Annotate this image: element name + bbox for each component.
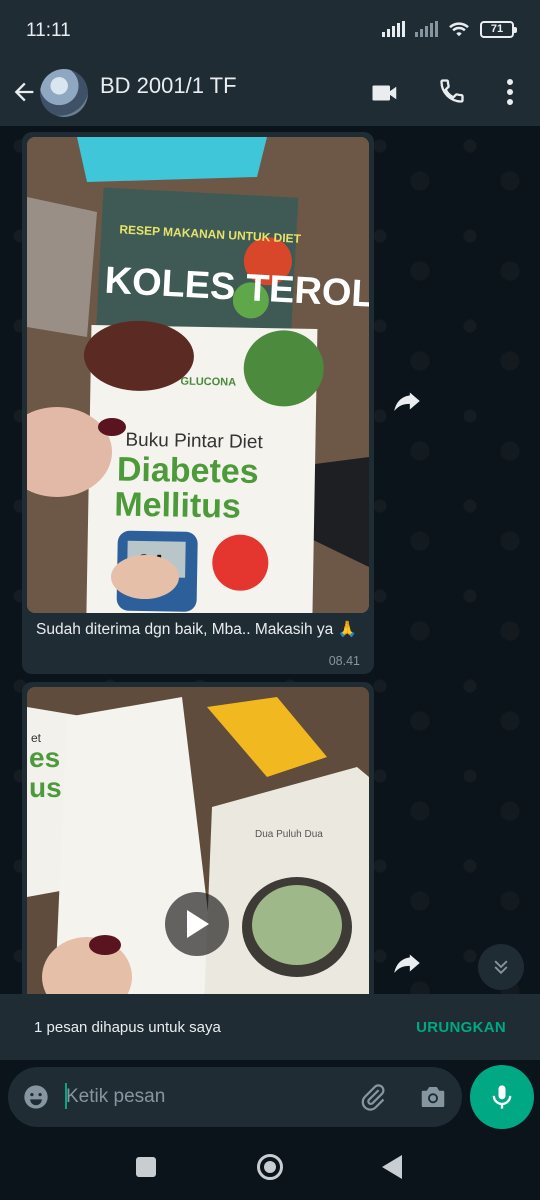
book-front-title: Buku Pintar Diet: [125, 430, 263, 453]
avatar[interactable]: [40, 69, 88, 117]
status-time: 11:11: [26, 20, 71, 41]
system-back-button[interactable]: [382, 1155, 402, 1179]
book-page-heading: Dua Puluh Dua: [255, 829, 323, 840]
voice-record-button[interactable]: [470, 1065, 534, 1129]
home-button[interactable]: [257, 1154, 283, 1180]
forward-icon[interactable]: [390, 946, 424, 980]
camera-icon[interactable]: [418, 1082, 448, 1112]
attachment-icon[interactable]: [358, 1081, 388, 1113]
forward-icon[interactable]: [390, 384, 424, 418]
message-composer[interactable]: Ketik pesan: [8, 1067, 462, 1127]
book-side-text-2: es: [29, 742, 60, 773]
message-input[interactable]: Ketik pesan: [66, 1086, 165, 1108]
double-chevron-down-icon: [494, 960, 508, 975]
system-nav-bar: [0, 1135, 540, 1200]
microphone-icon: [492, 1085, 512, 1109]
chat-title[interactable]: BD 2001/1 TF: [100, 73, 237, 99]
signal-dim-icon: [415, 21, 438, 37]
book-side-text-3: us: [29, 772, 62, 803]
status-bar: 11:11 71: [0, 0, 540, 60]
phone-icon[interactable]: [438, 74, 466, 108]
play-icon: [187, 910, 209, 938]
snackbar-message: 1 pesan dihapus untuk saya: [34, 1019, 221, 1036]
recents-button[interactable]: [136, 1157, 156, 1177]
scroll-to-bottom-button[interactable]: [478, 944, 524, 990]
snackbar: 1 pesan dihapus untuk saya URUNGKAN: [0, 994, 540, 1060]
chat-area[interactable]: RESEP MAKANAN UNTUK DIET KOLES TEROL GLU…: [0, 126, 540, 1060]
book-brand: GLUCONA: [180, 376, 236, 389]
emoji-icon[interactable]: [22, 1083, 50, 1111]
message-photo[interactable]: RESEP MAKANAN UNTUK DIET KOLES TEROL GLU…: [27, 137, 369, 613]
play-button[interactable]: [165, 892, 229, 956]
video-call-icon[interactable]: [370, 78, 400, 108]
more-vert-icon[interactable]: [500, 74, 520, 110]
back-arrow-icon[interactable]: [10, 78, 38, 106]
book-front-big2: Mellitus: [114, 485, 241, 525]
undo-button[interactable]: URUNGKAN: [416, 1019, 506, 1036]
signal-icon: [382, 21, 405, 37]
message-time: 08.41: [328, 654, 360, 668]
message-caption: Sudah diterima dgn baik, Mba.. Makasih y…: [36, 621, 357, 638]
status-icons: 71: [382, 20, 517, 38]
wifi-icon: [449, 22, 469, 37]
message-bubble[interactable]: RESEP MAKANAN UNTUK DIET KOLES TEROL GLU…: [22, 132, 374, 674]
photo-books: RESEP MAKANAN UNTUK DIET KOLES TEROL GLU…: [27, 137, 369, 613]
battery-icon: 71: [480, 20, 517, 38]
chat-header: BD 2001/1 TF: [0, 60, 540, 126]
